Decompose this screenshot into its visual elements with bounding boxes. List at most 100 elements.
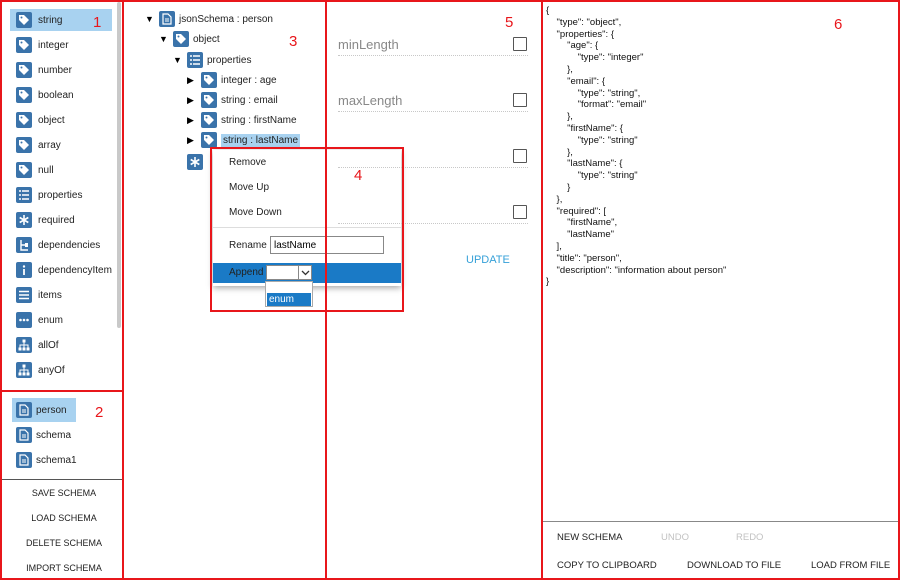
copy-to-clipboard-button[interactable]: COPY TO CLIPBOARD [557,560,657,571]
undo-button[interactable]: UNDO [661,532,689,543]
download-to-file-button[interactable]: DOWNLOAD TO FILE [687,560,781,571]
collapse-icon[interactable]: ▼ [173,55,183,65]
delete-schema-button[interactable]: DELETE SCHEMA [6,532,122,554]
type-item-array[interactable]: array [10,134,112,156]
expand-icon[interactable]: ▶ [187,75,197,86]
redo-button[interactable]: REDO [736,532,763,543]
tree-node-property[interactable]: ▶ string : email [187,91,278,109]
rename-input[interactable] [270,236,384,254]
tag-icon [201,92,217,108]
type-item-label: object [38,114,65,126]
region-number: 6 [834,16,843,33]
tree-node-property[interactable]: ▶ integer : age [187,71,277,89]
tag-icon [16,62,32,78]
tree-node-label: string : email [221,94,278,106]
expand-icon[interactable]: ▶ [187,135,197,146]
type-item-boolean[interactable]: boolean [10,84,112,106]
import-schema-button[interactable]: IMPORT SCHEMA [6,557,122,578]
field-4-checkbox[interactable] [513,205,527,219]
schema-item-person[interactable]: person [12,398,76,422]
tag-icon [201,72,217,88]
load-from-file-button[interactable]: LOAD FROM FILE [811,560,890,571]
region-box-5 [325,0,543,580]
rename-label: Rename [229,240,267,251]
type-item-dependencies[interactable]: dependencies [10,234,112,256]
region-number: 5 [505,14,514,31]
file-icon [16,427,32,443]
schema-item-schema[interactable]: schema [12,423,76,447]
list-icon [16,187,32,203]
save-schema-button[interactable]: SAVE SCHEMA [6,482,122,504]
tag-icon [201,132,217,148]
remove-menu-item[interactable]: Remove [229,157,266,168]
min-length-underline [338,55,528,56]
tree-node-properties[interactable]: ▼ properties [173,51,251,69]
type-item-properties[interactable]: properties [10,184,112,206]
type-item-enum[interactable]: enum [10,309,112,331]
load-schema-button[interactable]: LOAD SCHEMA [6,507,122,529]
tree-node-root[interactable]: ▼ jsonSchema : person [145,10,273,28]
tag-icon [16,112,32,128]
max-length-checkbox[interactable] [513,93,527,107]
type-item-required[interactable]: required [10,209,112,231]
json-output[interactable]: { "type": "object", "properties": { "age… [546,5,894,517]
type-item-object[interactable]: object [10,109,112,131]
type-item-dependencyitem[interactable]: dependencyItem [10,259,112,281]
type-item-items[interactable]: items [10,284,112,306]
move-up-menu-item[interactable]: Move Up [229,182,269,193]
expand-icon[interactable]: ▶ [187,95,197,106]
type-item-null[interactable]: null [10,159,112,181]
collapse-icon[interactable]: ▼ [145,14,155,24]
region-number: 4 [354,167,363,184]
list-icon [187,52,203,68]
tree-node-label: string : lastName [221,133,301,147]
tree-node-required[interactable] [187,153,203,171]
update-button[interactable]: UPDATE [466,254,510,266]
type-item-label: dependencies [38,239,101,251]
tag-icon [16,37,32,53]
type-item-label: null [38,164,54,176]
append-select[interactable] [266,265,312,280]
tag-icon [16,162,32,178]
type-item-label: dependencyItem [38,264,112,276]
append-label: Append [229,267,264,278]
tree-node-property[interactable]: ▶ string : lastName [187,131,301,149]
type-item-label: anyOf [38,364,65,376]
schema-list-panel: person schema schema1 SAVE SCHEMA LOAD SCH… [2,392,122,578]
type-item-label: number [38,64,72,76]
info-icon [16,262,32,278]
tag-icon [173,31,189,47]
hierarchy-icon [16,362,32,378]
toolbar-divider [543,521,898,522]
type-item-anyof[interactable]: anyOf [10,359,112,381]
type-item-label: enum [38,314,64,326]
expand-icon[interactable]: ▶ [187,115,197,126]
type-list-scrollbar[interactable] [117,2,121,328]
move-down-menu-item[interactable]: Move Down [229,207,282,218]
min-length-checkbox[interactable] [513,37,527,51]
tag-icon [16,12,32,28]
file-icon [16,452,32,468]
tree-node-label: object [193,33,220,45]
dropdown-option-enum[interactable]: enum [267,293,311,306]
type-item-number[interactable]: number [10,59,112,81]
schema-item-schema1[interactable]: schema1 [12,448,77,472]
max-length-underline [338,111,528,112]
type-item-allof[interactable]: allOf [10,334,112,356]
file-icon [16,402,32,418]
type-item-label: array [38,139,61,151]
collapse-icon[interactable]: ▼ [159,34,169,44]
tree-node-object[interactable]: ▼ object [159,30,220,48]
field-3-checkbox[interactable] [513,149,527,163]
type-item-label: items [38,289,62,301]
region-number: 1 [93,14,102,31]
type-item-label: allOf [38,339,59,351]
type-item-integer[interactable]: integer [10,34,112,56]
tag-icon [16,137,32,153]
new-schema-button[interactable]: NEW SCHEMA [557,532,622,543]
tree-node-property[interactable]: ▶ string : firstName [187,111,297,129]
tree-node-label: integer : age [221,74,277,86]
chevron-down-icon[interactable] [298,266,311,279]
dots-icon [16,312,32,328]
dependencies-icon [16,237,32,253]
